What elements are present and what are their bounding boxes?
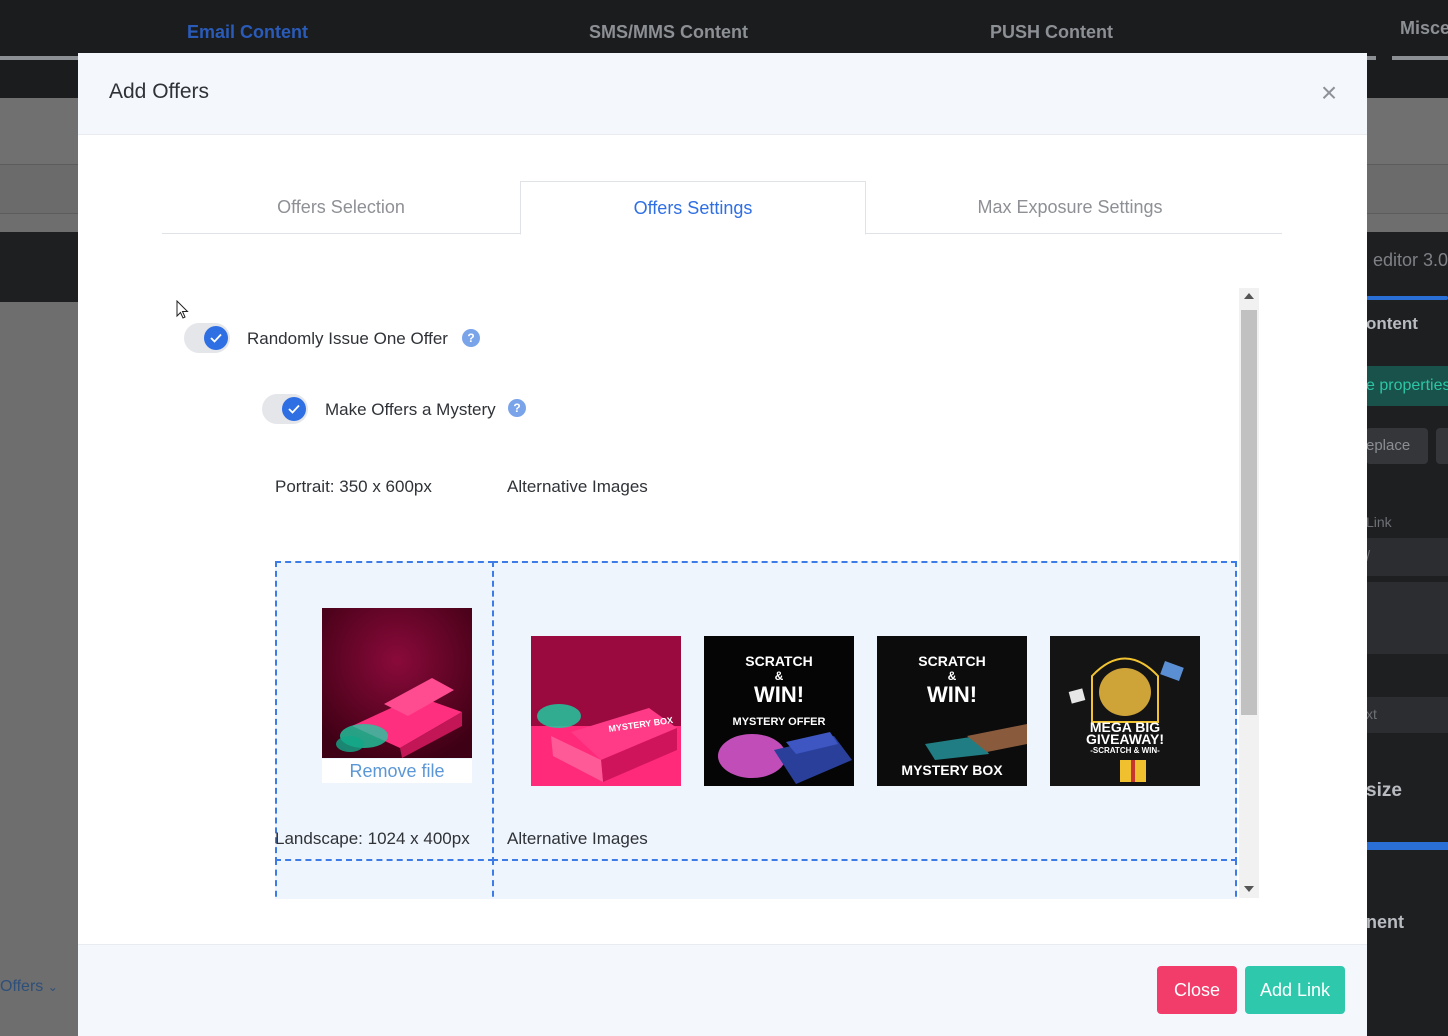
bg-properties-bar[interactable]: e properties bbox=[1366, 366, 1448, 406]
close-button[interactable]: Close bbox=[1157, 966, 1237, 1014]
portrait-label: Portrait: 350 x 600px bbox=[275, 477, 432, 496]
bg-extra-button[interactable] bbox=[1436, 428, 1448, 464]
alt2-line1: SCRATCH bbox=[745, 653, 812, 669]
landscape-dropzone[interactable] bbox=[275, 859, 494, 899]
alt4-line2: GIVEAWAY! bbox=[1086, 731, 1164, 747]
add-link-button-label: Add Link bbox=[1259, 979, 1331, 1000]
bg-tab-misc[interactable]: Misce bbox=[1400, 18, 1448, 39]
bg-offers-dropdown[interactable]: Offers ⌄ bbox=[0, 978, 58, 996]
modal-footer: Close Add Link bbox=[78, 944, 1367, 1036]
bg-replace-label: eplace bbox=[1366, 437, 1411, 454]
close-button-label: Close bbox=[1173, 979, 1221, 1000]
alt-image-scratch-win-mystery-box[interactable]: SCRATCH & WIN! MYSTERY BOX bbox=[877, 636, 1027, 786]
portrait-alt-label: Alternative Images bbox=[507, 477, 648, 496]
alt-image-mystery-box-pink[interactable]: MYSTERY BOX bbox=[531, 636, 681, 786]
scrollbar-thumb[interactable] bbox=[1241, 310, 1257, 715]
bg-tab-push-content[interactable]: PUSH Content bbox=[990, 22, 1113, 43]
landscape-label: Landscape: 1024 x 400px bbox=[275, 829, 470, 848]
alt-image-scratch-win-mystery-offer[interactable]: SCRATCH & WIN! MYSTERY OFFER bbox=[704, 636, 854, 786]
tab-offers-selection-label: Offers Selection bbox=[277, 197, 405, 217]
alt3-line4: MYSTERY BOX bbox=[901, 762, 1003, 778]
bg-size-slider[interactable] bbox=[1366, 842, 1448, 850]
tab-max-exposure-settings[interactable]: Max Exposure Settings bbox=[866, 181, 1274, 234]
bg-link-label: Link bbox=[1366, 514, 1392, 530]
check-icon bbox=[282, 397, 306, 421]
settings-scroll-area[interactable]: Randomly Issue One Offer ? Make Offers a… bbox=[162, 287, 1259, 899]
bg-offers-label: Offers bbox=[0, 978, 44, 995]
mouse-cursor-icon bbox=[176, 300, 189, 319]
chevron-down-icon: ⌄ bbox=[47, 980, 58, 994]
scroll-up-icon[interactable] bbox=[1244, 293, 1254, 299]
bg-tab-email-content[interactable]: Email Content bbox=[187, 22, 308, 43]
bg-tab-sms-content[interactable]: SMS/MMS Content bbox=[589, 22, 748, 43]
tab-offers-settings[interactable]: Offers Settings bbox=[520, 181, 866, 235]
bg-panel-field bbox=[1366, 582, 1448, 654]
mystery-label: Make Offers a Mystery bbox=[325, 400, 496, 419]
alt3-line2: & bbox=[948, 669, 957, 683]
alt3-line3: WIN! bbox=[927, 682, 977, 707]
landscape-alternatives-dropzone[interactable] bbox=[492, 859, 1237, 899]
add-offers-modal: Add Offers × Offers Selection Offers Set… bbox=[78, 53, 1367, 1036]
tab-offers-settings-label: Offers Settings bbox=[633, 197, 753, 218]
bg-right-panel: editor 3.0 ontent e properties eplace Li… bbox=[1366, 232, 1448, 1036]
add-link-button[interactable]: Add Link bbox=[1245, 966, 1345, 1014]
tab-max-exposure-label: Max Exposure Settings bbox=[977, 197, 1163, 217]
randomly-issue-label: Randomly Issue One Offer bbox=[247, 329, 448, 348]
alt4-line3: -SCRATCH & WIN- bbox=[1090, 746, 1160, 755]
offer-tabs: Offers Selection Offers Settings Max Exp… bbox=[162, 181, 1282, 235]
help-icon[interactable]: ? bbox=[508, 399, 526, 417]
tab-offers-selection[interactable]: Offers Selection bbox=[162, 181, 520, 234]
landscape-alt-label: Alternative Images bbox=[507, 829, 648, 848]
close-icon[interactable]: × bbox=[1317, 79, 1341, 107]
bg-blue-line bbox=[1366, 296, 1448, 300]
modal-header: Add Offers × bbox=[78, 53, 1367, 135]
bg-editor-label: editor 3.0 bbox=[1373, 250, 1448, 270]
remove-file-link[interactable]: Remove file bbox=[322, 759, 472, 783]
scroll-down-icon[interactable] bbox=[1244, 886, 1254, 892]
alt2-line3: WIN! bbox=[754, 682, 804, 707]
bg-properties-label: e properties bbox=[1366, 377, 1448, 394]
bg-size-label: size bbox=[1366, 780, 1402, 801]
randomly-issue-toggle[interactable] bbox=[184, 323, 230, 353]
alt2-line4: MYSTERY OFFER bbox=[733, 716, 826, 728]
bg-text-field[interactable]: xt bbox=[1366, 697, 1448, 733]
bg-link-input[interactable]: / bbox=[1366, 538, 1448, 576]
selected-portrait-image bbox=[322, 608, 472, 758]
bg-ment-label: nent bbox=[1366, 912, 1404, 932]
check-icon bbox=[204, 326, 228, 350]
alt-image-mega-big-giveaway[interactable]: MEGA BIG GIVEAWAY! -SCRATCH & WIN- bbox=[1050, 636, 1200, 786]
bg-replace-button[interactable]: eplace bbox=[1366, 428, 1428, 464]
mystery-toggle[interactable] bbox=[262, 394, 308, 424]
help-icon[interactable]: ? bbox=[462, 329, 480, 347]
bg-tab-underline-misc bbox=[1392, 56, 1448, 60]
bg-content-label: ontent bbox=[1366, 314, 1418, 333]
alt2-line2: & bbox=[775, 669, 784, 683]
modal-title: Add Offers bbox=[109, 80, 209, 103]
bg-text-label: xt bbox=[1366, 706, 1377, 722]
alt3-line1: SCRATCH bbox=[918, 653, 985, 669]
scrollbar[interactable] bbox=[1239, 288, 1259, 898]
